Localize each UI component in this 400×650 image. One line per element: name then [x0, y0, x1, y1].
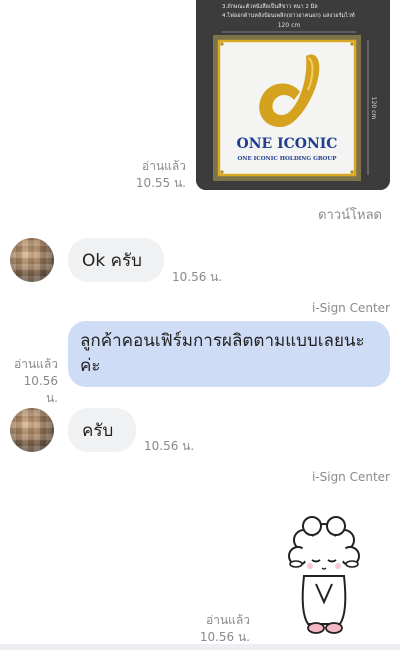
sign-mockup-image: 3.ถักษณะตัวหนังสือเป็นสีขาว หนา 2 มิล 4.… [196, 0, 390, 190]
message-text: Ok ครับ [82, 250, 142, 271]
contact-avatar[interactable] [10, 238, 54, 282]
read-label: อ่านแล้ว [142, 159, 186, 173]
image-message[interactable]: 3.ถักษณะตัวหนังสือเป็นสีขาว หนา 2 มิล 4.… [196, 0, 390, 190]
outgoing-message-bubble[interactable]: ลูกค้าคอนเฟิร์มการผลิตตามแบบเลยนะค่ะ [68, 321, 390, 387]
read-receipt-1: อ่านแล้ว 10.55 น. [120, 158, 186, 192]
sender-name: i-Sign Center [311, 301, 390, 315]
sender-name: i-Sign Center [311, 470, 390, 484]
message-time: 10.56 น. [144, 439, 195, 453]
sticker-message[interactable] [282, 516, 366, 638]
width-dimension: 120 cm [278, 22, 301, 29]
message-text: ครับ [82, 420, 114, 441]
spec-line-2: 4.ไฟออกด้านหลังป้อนเพลิก(ยาวอาคนอก) แสงว… [222, 12, 355, 19]
logo-subtitle: ONE ICONIC HOLDING GROUP [237, 156, 337, 162]
read-label: อ่านแล้ว [14, 357, 58, 371]
read-label: อ่านแล้ว [206, 613, 250, 627]
message-text: ลูกค้าคอนเฟิร์มการผลิตตามแบบเลยนะค่ะ [80, 331, 365, 376]
spec-line-1: 3.ถักษณะตัวหนังสือเป็นสีขาว หนา 2 มิล [222, 2, 318, 10]
height-dimension: 120 cm [370, 97, 377, 120]
message-time: 10.56 น. [23, 374, 58, 405]
read-receipt-2: อ่านแล้ว 10.56 น. [8, 356, 58, 407]
message-time: 10.55 น. [135, 176, 186, 190]
incoming-message-bubble[interactable]: Ok ครับ [68, 238, 164, 282]
message-time: 10.56 น. [172, 270, 223, 284]
input-bar-edge [0, 644, 400, 650]
contact-avatar[interactable] [10, 408, 54, 452]
bowing-sheep-sticker-icon [288, 516, 360, 634]
logo-title: ONE ICONIC [237, 136, 338, 152]
incoming-message-bubble[interactable]: ครับ [68, 408, 136, 452]
read-receipt-3: อ่านแล้ว 10.56 น. [190, 612, 250, 646]
download-link[interactable]: ดาวน์โหลด [300, 204, 382, 225]
